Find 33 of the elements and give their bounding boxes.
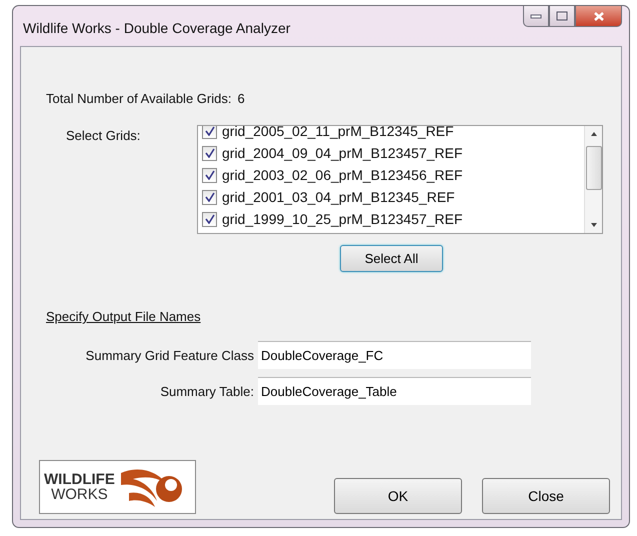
logo-text: WILDLIFE: [44, 472, 115, 487]
field-label: Summary Table:: [159, 384, 255, 398]
window-title: Wildlife Works - Double Coverage Analyzer: [23, 20, 290, 36]
grid-name[interactable]: grid_2003_02_06_prM_B123456_REF: [222, 167, 463, 183]
grid-name[interactable]: grid_2005_02_11_prM_B12345_REF: [222, 126, 454, 139]
dialog-button[interactable]: OK: [334, 478, 462, 514]
logo-text: WORKS: [51, 487, 108, 502]
total-grids-value: 6: [237, 91, 245, 106]
scroll-up-icon[interactable]: [590, 130, 598, 138]
maximize-button[interactable]: [549, 6, 575, 27]
select-all-button[interactable]: Select All: [340, 245, 443, 272]
grid-name[interactable]: grid_2004_09_04_prM_B123457_REF: [222, 145, 463, 161]
scroll-down-icon[interactable]: [590, 221, 598, 229]
dialog-button[interactable]: Close: [482, 478, 610, 514]
checkbox[interactable]: [202, 146, 217, 160]
close-icon: [592, 10, 604, 22]
minimize-icon: [530, 13, 542, 19]
checkbox[interactable]: [202, 212, 217, 226]
close-button[interactable]: [575, 6, 622, 27]
input-field[interactable]: DoubleCoverage_FC: [258, 341, 531, 369]
grid-name[interactable]: grid_2001_03_04_prM_B12345_REF: [222, 189, 455, 205]
checkbox[interactable]: [202, 168, 217, 182]
scrollbar[interactable]: [584, 126, 602, 233]
checkbox[interactable]: [202, 126, 217, 138]
minimize-button[interactable]: [523, 6, 549, 27]
section-heading: Specify Output File Names: [46, 309, 202, 324]
maximize-icon: [556, 11, 568, 21]
checkbox[interactable]: [202, 190, 217, 204]
grid-name[interactable]: grid_1999_10_25_prM_B123457_REF: [222, 211, 463, 227]
select-grids-label: Select Grids:: [66, 128, 142, 145]
field-label: Summary Grid Feature Class: [84, 348, 255, 362]
input-field[interactable]: DoubleCoverage_Table: [258, 377, 531, 405]
total-grids-label: Total Number of Available Grids:: [46, 91, 232, 106]
